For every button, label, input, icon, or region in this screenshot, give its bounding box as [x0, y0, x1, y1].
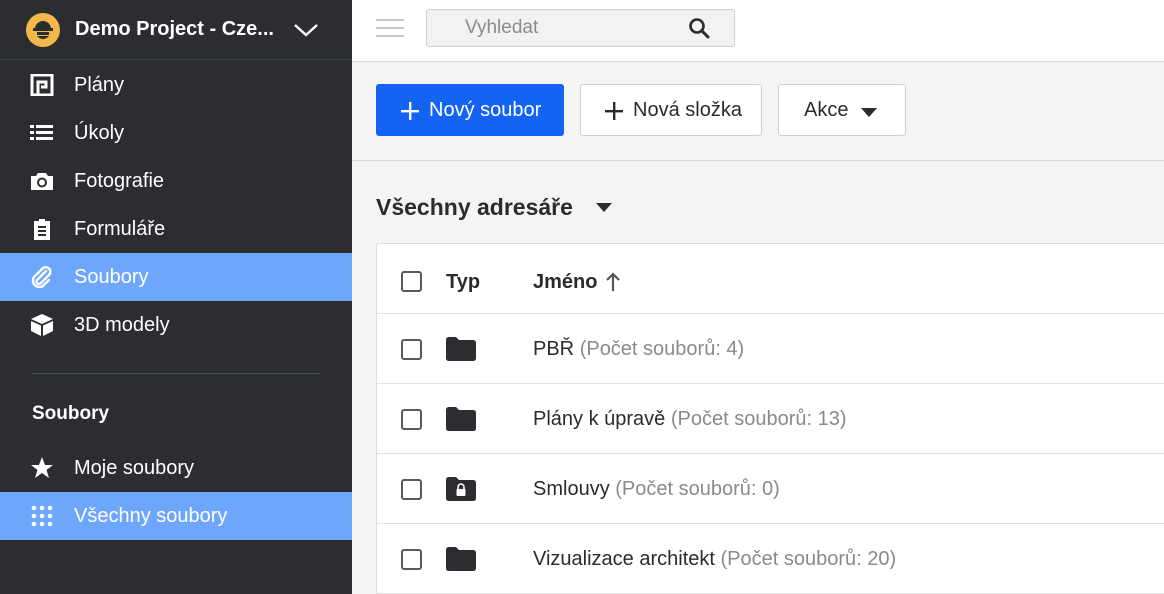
new-folder-button[interactable]: Nová složka [580, 84, 762, 136]
plus-icon [605, 102, 623, 120]
project-name[interactable]: Demo Project - Cze... [75, 18, 274, 41]
table-row[interactable]: PBŘ (Počet souborů: 4) [377, 314, 1164, 384]
locked-folder-icon [446, 477, 476, 501]
nav-item-fotografie[interactable]: Fotografie [0, 157, 352, 205]
table-row[interactable]: Smlouvy (Počet souborů: 0) [377, 454, 1164, 524]
row-checkbox[interactable] [401, 479, 422, 500]
files-table: Typ Jméno PBŘ (Počet souborů: 4) Plány k… [376, 243, 1164, 594]
list-icon [30, 125, 53, 140]
nav-item-label: Všechny soubory [74, 505, 228, 527]
nav-item-label: Moje soubory [74, 457, 195, 479]
table-header: Typ Jméno [377, 244, 1164, 314]
sidebar: Demo Project - Cze... Plány Úkoly Fotogr… [0, 0, 352, 594]
nav-item-3d-modely[interactable]: 3D modely [0, 301, 352, 349]
row-checkbox[interactable] [401, 409, 422, 430]
nav-item-label: Soubory [74, 266, 149, 288]
star-icon [31, 457, 53, 478]
nav-item-label: Plány [74, 74, 125, 96]
nav-item-plany[interactable]: Plány [0, 61, 352, 109]
project-logo-icon [26, 13, 60, 47]
actions-label: Akce [804, 99, 849, 121]
file-count: (Počet souborů: 4) [579, 338, 745, 360]
nav-item-ukoly[interactable]: Úkoly [0, 109, 352, 157]
nav-item-moje-soubory[interactable]: Moje soubory [0, 444, 352, 492]
nav-item-label: 3D modely [74, 314, 170, 336]
search-icon[interactable] [688, 17, 710, 39]
nav-item-label: Formuláře [74, 218, 166, 240]
file-count: (Počet souborů: 0) [615, 478, 780, 500]
nav-item-label: Fotografie [74, 170, 165, 192]
nav-item-vsechny-soubory[interactable]: Všechny soubory [0, 492, 352, 540]
actions-dropdown-button[interactable]: Akce [778, 84, 906, 136]
folder-icon [446, 407, 476, 431]
table-row[interactable]: Plány k úpravě (Počet souborů: 13) [377, 384, 1164, 454]
sidebar-section-title: Soubory [32, 403, 110, 424]
toolbar: Nový soubor Nová složka Akce [352, 62, 1164, 161]
plans-icon [30, 74, 54, 96]
sort-ascending-icon[interactable] [605, 272, 621, 292]
cube-icon [31, 314, 53, 336]
project-switcher[interactable]: Demo Project - Cze... [0, 0, 352, 60]
new-file-label: Nový soubor [429, 99, 542, 121]
sidebar-divider [32, 373, 320, 374]
folder-name[interactable]: PBŘ (Počet souborů: 4) [533, 338, 744, 361]
chevron-down-icon[interactable] [293, 22, 319, 38]
file-count: (Počet souborů: 20) [720, 548, 897, 570]
folder-name[interactable]: Smlouvy (Počet souborů: 0) [533, 478, 780, 501]
folder-icon [446, 547, 476, 571]
nav-item-soubory[interactable]: Soubory [0, 253, 352, 301]
nav-item-label: Úkoly [74, 122, 125, 144]
table-row[interactable]: Vizualizace architekt (Počet souborů: 20… [377, 524, 1164, 594]
camera-icon [31, 173, 53, 190]
topbar [352, 0, 1164, 62]
directory-filter-title[interactable]: Všechny adresáře [376, 194, 573, 221]
hamburger-menu-icon[interactable] [376, 19, 404, 39]
folder-name[interactable]: Vizualizace architekt (Počet souborů: 20… [533, 548, 896, 571]
new-file-button[interactable]: Nový soubor [376, 84, 564, 136]
new-folder-label: Nová složka [633, 99, 742, 121]
nav-item-formulare[interactable]: Formuláře [0, 205, 352, 253]
folder-icon [446, 337, 476, 361]
clipboard-icon [34, 219, 50, 240]
column-header-type[interactable]: Typ [446, 271, 480, 294]
select-all-checkbox[interactable] [401, 271, 422, 292]
caret-down-icon [861, 108, 877, 117]
plus-icon [401, 102, 419, 120]
column-header-name[interactable]: Jméno [533, 271, 597, 294]
folder-name[interactable]: Plány k úpravě (Počet souborů: 13) [533, 408, 847, 431]
row-checkbox[interactable] [401, 339, 422, 360]
grid-icon [31, 505, 53, 527]
caret-down-icon[interactable] [596, 203, 612, 212]
file-count: (Počet souborů: 13) [670, 408, 847, 430]
row-checkbox[interactable] [401, 549, 422, 570]
paperclip-icon [31, 266, 52, 288]
